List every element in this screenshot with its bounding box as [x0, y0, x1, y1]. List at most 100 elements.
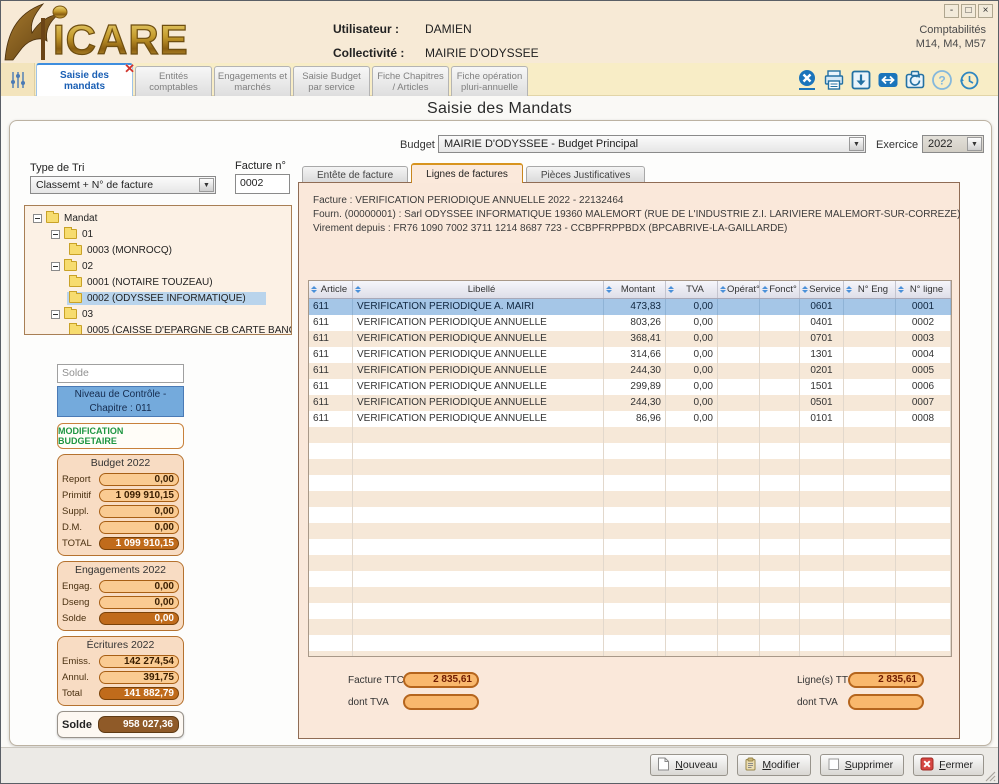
empty-row[interactable] [309, 635, 951, 651]
empty-row[interactable] [309, 507, 951, 523]
modifier-button[interactable]: Modifier [737, 754, 810, 776]
table-row[interactable]: 611VERIFICATION PERIODIQUE ANNUELLE368,4… [309, 331, 951, 347]
supprimer-button[interactable]: Supprimer [820, 754, 904, 776]
exercice-select[interactable]: 2022 ▼ [922, 135, 984, 153]
empty-row[interactable] [309, 491, 951, 507]
tab-label: Saisie Budget par service [296, 71, 367, 93]
empty-row[interactable] [309, 475, 951, 491]
column-header-tva[interactable]: TVA [666, 281, 718, 298]
column-header-n-ligne[interactable]: N° ligne [896, 281, 951, 298]
tab-entit-s-comptables[interactable]: Entités comptables [135, 66, 212, 96]
empty-row[interactable] [309, 539, 951, 555]
budget-select[interactable]: MAIRIE D'ODYSSEE - Budget Principal ▼ [438, 135, 866, 153]
cell-article [309, 619, 353, 635]
empty-row[interactable] [309, 603, 951, 619]
tab-lignes-de-factures[interactable]: Lignes de factures [411, 163, 523, 183]
resize-grip[interactable] [984, 770, 996, 782]
tree-item-0005-caisse-d-epargne-cb-carte-bancaire[interactable]: 0005 (CAISSE D'EPARGNE CB CARTE BANCAIRE… [27, 322, 289, 335]
column-header-op-rat[interactable]: Opérat° [718, 281, 760, 298]
close-button[interactable]: × [978, 4, 993, 18]
tab-pieces-justificatives[interactable]: Pièces Justificatives [526, 166, 645, 183]
column-header-article[interactable]: Article [309, 281, 353, 298]
column-header-fonct[interactable]: Fonct° [760, 281, 800, 298]
empty-row[interactable] [309, 555, 951, 571]
tree-item-0003-monrocq[interactable]: 0003 (MONROCQ) [27, 242, 289, 258]
cell-service [800, 475, 844, 491]
dont-tva-value [403, 694, 479, 710]
table-row[interactable]: 611VERIFICATION PERIODIQUE ANNUELLE244,3… [309, 395, 951, 411]
tree-item-02[interactable]: 02 [27, 258, 289, 274]
collapse-icon[interactable] [51, 310, 60, 319]
empty-row[interactable] [309, 619, 951, 635]
empty-row[interactable] [309, 427, 951, 443]
tree-item-content: 01 [49, 228, 113, 241]
tab-fiche-op-ration-pluri-annuelle[interactable]: Fiche opération pluri-annuelle [451, 66, 528, 96]
snapshot-button[interactable] [902, 67, 928, 93]
tree-item-0002-odyssee-informatique[interactable]: 0002 (ODYSSEE INFORMATIQUE) [27, 290, 289, 306]
table-row[interactable]: 611VERIFICATION PERIODIQUE ANNUELLE299,8… [309, 379, 951, 395]
chevron-down-icon[interactable]: ▼ [967, 137, 982, 151]
table-row[interactable]: 611VERIFICATION PERIODIQUE A. MAIRI473,8… [309, 299, 951, 315]
tree-item-01[interactable]: 01 [27, 226, 289, 242]
tab-close-icon[interactable]: ✕ [124, 62, 135, 75]
collapse-icon[interactable] [51, 230, 60, 239]
cell-libelle [353, 619, 604, 635]
filters-button[interactable] [1, 63, 35, 96]
tree-item-content: Mandat [31, 212, 117, 225]
money-row: Annul.391,75 [62, 670, 179, 685]
button-label: Supprimer [845, 759, 893, 771]
sort-icon [898, 286, 904, 293]
app-window: ICARE Utilisateur : DAMIEN Collectivité … [0, 0, 999, 784]
empty-row[interactable] [309, 571, 951, 587]
cell-montant [604, 635, 666, 651]
tab-entete-de-facture[interactable]: Entête de facture [302, 166, 408, 183]
dont-tva2-value [848, 694, 924, 710]
print-button[interactable] [821, 67, 847, 93]
remote-support-button[interactable] [875, 67, 901, 93]
column-header-service[interactable]: Service [800, 281, 844, 298]
minimize-button[interactable]: - [944, 4, 959, 18]
table-row[interactable]: 611VERIFICATION PERIODIQUE ANNUELLE86,96… [309, 411, 951, 427]
collapse-icon[interactable] [33, 214, 42, 223]
cell-n_eng [844, 587, 896, 603]
cell-tva [666, 491, 718, 507]
solde-input[interactable]: Solde [57, 364, 184, 383]
fermer-button[interactable]: Fermer [913, 754, 984, 776]
tab-saisie-budget-par-service[interactable]: Saisie Budget par service [293, 66, 370, 96]
chevron-down-icon[interactable]: ▼ [199, 178, 214, 192]
collapse-icon[interactable] [51, 262, 60, 271]
sort-type-select[interactable]: Classemt + N° de facture ▼ [30, 176, 216, 194]
cell-tva [666, 475, 718, 491]
empty-row[interactable] [309, 443, 951, 459]
icare-logo: ICARE [3, 2, 218, 62]
cell-article [309, 587, 353, 603]
nouveau-button[interactable]: Nouveau [650, 754, 728, 776]
table-row[interactable]: 611VERIFICATION PERIODIQUE ANNUELLE803,2… [309, 315, 951, 331]
empty-row[interactable] [309, 587, 951, 603]
tree-item-03[interactable]: 03 [27, 306, 289, 322]
box-critures-2022: Écritures 2022Emiss.142 274,54Annul.391,… [57, 636, 184, 706]
tree-item-0001-notaire-touzeau[interactable]: 0001 (NOTAIRE TOUZEAU) [27, 274, 289, 290]
disconnect-button[interactable] [794, 67, 820, 93]
maximize-button[interactable]: □ [961, 4, 976, 18]
help-button[interactable]: ? [929, 67, 955, 93]
tree-item-mandat[interactable]: Mandat [27, 210, 289, 226]
empty-row[interactable] [309, 651, 951, 657]
facture-number-input[interactable]: 0002 [235, 174, 290, 194]
tab-engagements-et-march-s[interactable]: Engagements et marchés [214, 66, 291, 96]
empty-row[interactable] [309, 459, 951, 475]
column-header-montant[interactable]: Montant [604, 281, 666, 298]
column-header-libell[interactable]: Libellé [353, 281, 604, 298]
chevron-down-icon[interactable]: ▼ [849, 137, 864, 151]
empty-row[interactable] [309, 523, 951, 539]
tab-saisie-des-mandats[interactable]: Saisie des mandats✕ [36, 63, 133, 96]
cell-n_ligne: 0008 [896, 411, 951, 427]
cell-libelle [353, 539, 604, 555]
column-header-n-eng[interactable]: N° Eng [844, 281, 896, 298]
tab-fiche-chapitres-articles[interactable]: Fiche Chapitres / Articles [372, 66, 449, 96]
table-row[interactable]: 611VERIFICATION PERIODIQUE ANNUELLE314,6… [309, 347, 951, 363]
table-row[interactable]: 611VERIFICATION PERIODIQUE ANNUELLE244,3… [309, 363, 951, 379]
cell-n_ligne [896, 523, 951, 539]
history-button[interactable] [956, 67, 982, 93]
download-button[interactable] [848, 67, 874, 93]
